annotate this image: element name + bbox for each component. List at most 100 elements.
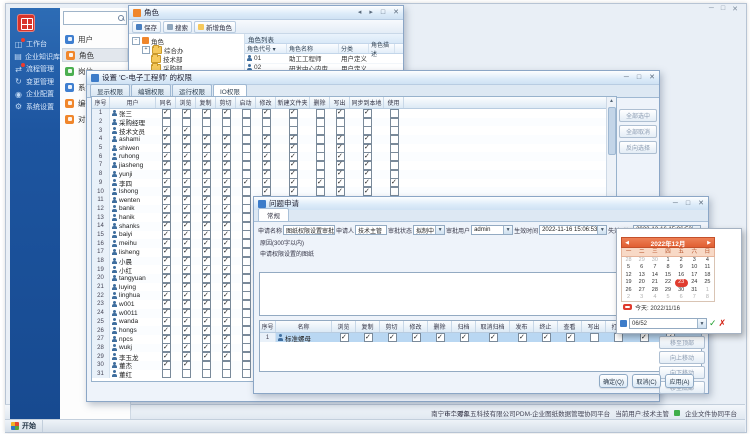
- permission-checkbox[interactable]: [222, 370, 231, 379]
- permission-checkbox[interactable]: [242, 222, 251, 231]
- permission-checkbox[interactable]: [222, 109, 231, 118]
- permission-checkbox[interactable]: [363, 126, 372, 135]
- permission-checkbox[interactable]: [182, 283, 191, 292]
- permission-checkbox[interactable]: [262, 161, 271, 170]
- permission-checkbox[interactable]: [222, 248, 231, 257]
- permission-checkbox[interactable]: [242, 283, 251, 292]
- permission-checkbox[interactable]: [242, 257, 251, 266]
- time-combobox[interactable]: 06/52 ▼: [629, 318, 707, 329]
- calendar-day[interactable]: 11: [701, 264, 714, 271]
- calendar-prev-icon[interactable]: ◀: [622, 240, 632, 246]
- calendar-day[interactable]: 10: [688, 264, 701, 271]
- column-header[interactable]: 发布: [510, 321, 534, 332]
- permission-checkbox[interactable]: [182, 126, 191, 135]
- permission-checkbox[interactable]: [202, 187, 211, 196]
- permission-checkbox[interactable]: [222, 361, 231, 370]
- ok-button[interactable]: 确定(Q): [599, 374, 628, 388]
- permission-checkbox[interactable]: [390, 161, 399, 170]
- permission-checkbox[interactable]: [242, 152, 251, 161]
- permission-checkbox[interactable]: [162, 274, 171, 283]
- permission-checkbox[interactable]: [182, 274, 191, 283]
- permission-checkbox[interactable]: [202, 152, 211, 161]
- user-permission-row[interactable]: 1张三: [92, 109, 616, 118]
- list-move-button[interactable]: 移至顶部: [659, 336, 705, 349]
- column-header[interactable]: 取消归档: [476, 321, 510, 332]
- column-header[interactable]: 启动: [236, 97, 256, 108]
- permission-checkbox[interactable]: [316, 118, 325, 127]
- permission-checkbox[interactable]: [222, 170, 231, 179]
- calendar-day[interactable]: 24: [688, 279, 701, 286]
- permission-checkbox[interactable]: [242, 187, 251, 196]
- permission-checkbox[interactable]: [222, 352, 231, 361]
- permission-checkbox[interactable]: [390, 179, 399, 188]
- permission-checkbox[interactable]: [182, 222, 191, 231]
- permission-checkbox[interactable]: [390, 170, 399, 179]
- permission-checkbox[interactable]: [162, 335, 171, 344]
- permission-checkbox[interactable]: [182, 309, 191, 318]
- calendar-day[interactable]: 31: [688, 287, 701, 294]
- permission-checkbox[interactable]: [566, 333, 575, 342]
- permission-checkbox[interactable]: [202, 335, 211, 344]
- confirm-icon[interactable]: ✓: [709, 318, 717, 329]
- window-control-icon[interactable]: ✕: [732, 5, 738, 13]
- permission-checkbox[interactable]: [202, 248, 211, 257]
- permission-checkbox[interactable]: [162, 370, 171, 379]
- permission-checkbox[interactable]: [289, 144, 298, 153]
- permission-checkbox[interactable]: [182, 265, 191, 274]
- permission-checkbox[interactable]: [262, 118, 271, 127]
- calendar-day[interactable]: 18: [701, 272, 714, 279]
- permission-checkbox[interactable]: [289, 179, 298, 188]
- column-header[interactable]: 删除: [428, 321, 452, 332]
- window-control-icon[interactable]: ✕: [698, 197, 704, 210]
- tree-node[interactable]: 技术部: [132, 54, 244, 63]
- column-header[interactable]: 写出: [330, 97, 350, 108]
- column-header[interactable]: 归档: [452, 321, 476, 332]
- calendar-day[interactable]: 29: [635, 257, 648, 264]
- permission-checkbox[interactable]: [363, 135, 372, 144]
- permission-checkbox[interactable]: [262, 179, 271, 188]
- nav-item-roles[interactable]: 角色: [62, 48, 128, 62]
- permission-checkbox[interactable]: [202, 135, 211, 144]
- permission-checkbox[interactable]: [363, 187, 372, 196]
- permission-checkbox[interactable]: [336, 161, 345, 170]
- calendar-day[interactable]: 4: [701, 257, 714, 264]
- column-header[interactable]: 角色名称: [287, 44, 339, 53]
- search-input[interactable]: [64, 13, 118, 23]
- permission-checkbox[interactable]: [182, 326, 191, 335]
- permission-checkbox[interactable]: [182, 135, 191, 144]
- permission-checkbox[interactable]: [262, 144, 271, 153]
- permission-checkbox[interactable]: [242, 352, 251, 361]
- permission-checkbox[interactable]: [242, 309, 251, 318]
- permission-checkbox[interactable]: [242, 118, 251, 127]
- calendar-day[interactable]: 5: [622, 264, 635, 271]
- permission-checkbox[interactable]: [162, 309, 171, 318]
- start-time-field[interactable]: 2022-11-16 15:06:53▼: [539, 225, 607, 235]
- permission-checkbox[interactable]: [336, 109, 345, 118]
- permission-checkbox[interactable]: [222, 344, 231, 353]
- permission-checkbox[interactable]: [289, 126, 298, 135]
- permission-checkbox[interactable]: [202, 239, 211, 248]
- column-header[interactable]: 同名: [156, 97, 176, 108]
- permission-checkbox[interactable]: [202, 109, 211, 118]
- permission-checkbox[interactable]: [222, 326, 231, 335]
- column-header[interactable]: 修改: [256, 97, 276, 108]
- user-permission-row[interactable]: 4ashami: [92, 135, 616, 144]
- sidebar-item-change[interactable]: ↻变更管理: [14, 76, 60, 88]
- permission-checkbox[interactable]: [390, 118, 399, 127]
- calendar-day[interactable]: 21: [648, 279, 661, 286]
- permission-checkbox[interactable]: [162, 196, 171, 205]
- permission-checkbox[interactable]: [316, 152, 325, 161]
- request-name-field[interactable]: 图纸权限设置审批申请: [283, 225, 335, 235]
- calendar-day[interactable]: 1: [661, 257, 674, 264]
- permission-checkbox[interactable]: [363, 109, 372, 118]
- column-header[interactable]: 同步到本地: [350, 97, 384, 108]
- permission-checkbox[interactable]: [222, 196, 231, 205]
- permission-checkbox[interactable]: [363, 161, 372, 170]
- permission-checkbox[interactable]: [242, 170, 251, 179]
- permission-checkbox[interactable]: [262, 170, 271, 179]
- permission-checkbox[interactable]: [340, 333, 349, 342]
- permission-checkbox[interactable]: [162, 222, 171, 231]
- permission-checkbox[interactable]: [202, 231, 211, 240]
- permission-checkbox[interactable]: [242, 126, 251, 135]
- column-header[interactable]: 序号: [92, 97, 110, 108]
